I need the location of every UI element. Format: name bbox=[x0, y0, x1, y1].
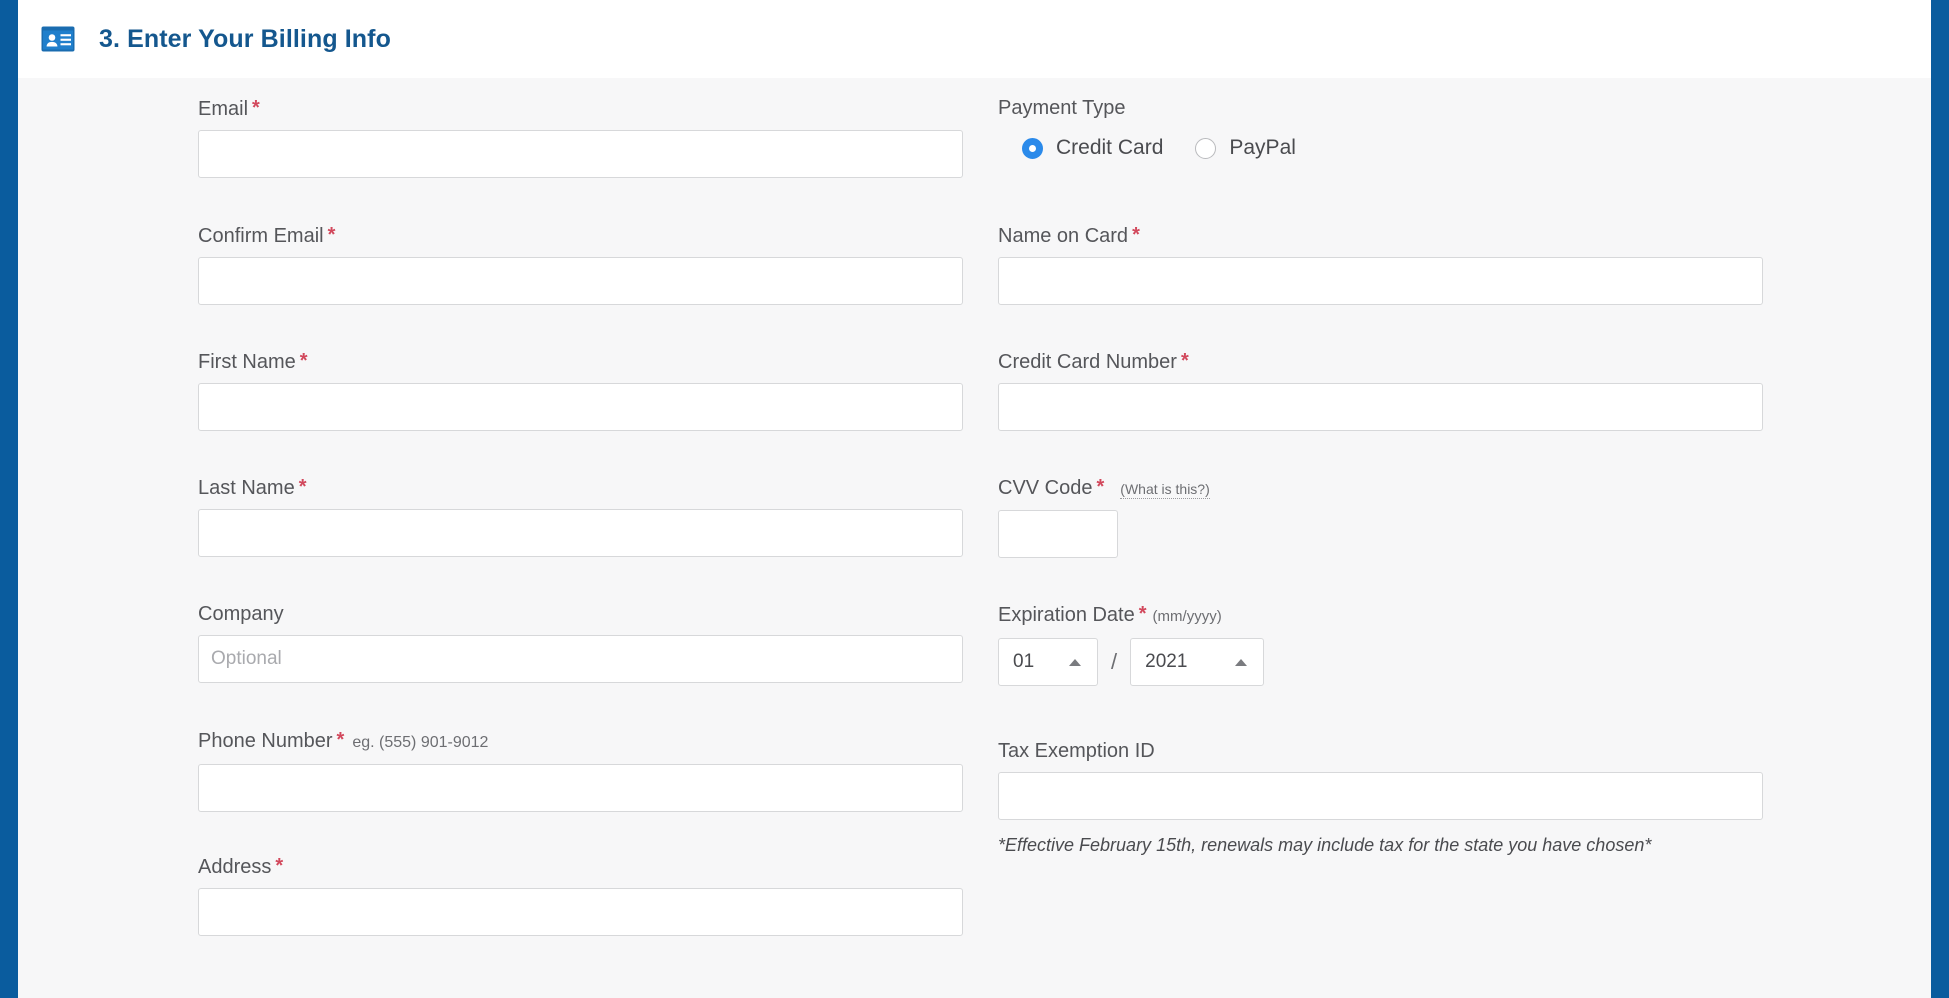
required-marker: * bbox=[1180, 350, 1189, 372]
label-phone-number: Phone Number * eg. (555) 901-9012 bbox=[198, 729, 489, 752]
required-marker: * bbox=[327, 224, 336, 246]
payment-type-radio-group: Credit Card PayPal bbox=[998, 131, 1763, 165]
radio-dot-credit-card bbox=[1022, 137, 1043, 159]
page-title: 3. Enter Your Billing Info bbox=[99, 24, 391, 53]
required-marker: * bbox=[1132, 224, 1140, 246]
required-marker: * bbox=[299, 350, 308, 372]
field-first-name: First Name * bbox=[198, 348, 963, 431]
field-cvv-code: CVV Code * (What is this?) bbox=[998, 474, 1763, 558]
name-on-card-input[interactable] bbox=[998, 257, 1763, 305]
cvv-code-input[interactable] bbox=[998, 510, 1118, 558]
expiration-controls: 01 / 2021 bbox=[998, 638, 1763, 686]
email-input[interactable] bbox=[198, 130, 963, 178]
phone-number-input[interactable] bbox=[198, 764, 963, 812]
label-payment-type: Payment Type bbox=[998, 97, 1126, 119]
company-input[interactable] bbox=[198, 635, 963, 683]
label-expiration-date: Expiration Date * (mm/yyyy) bbox=[998, 603, 1222, 626]
left-accent-rail bbox=[0, 0, 18, 998]
required-marker: * bbox=[275, 855, 284, 877]
field-confirm-email: Confirm Email * bbox=[198, 222, 963, 305]
field-expiration-date: Expiration Date * (mm/yyyy) 01 / 2021 bbox=[998, 601, 1763, 686]
billing-info-page: 3. Enter Your Billing Info Email * Confir… bbox=[0, 0, 1949, 998]
required-marker: * bbox=[1138, 603, 1147, 625]
radio-option-paypal[interactable]: PayPal bbox=[1195, 136, 1296, 160]
label-tax-exemption-id: Tax Exemption ID bbox=[998, 740, 1155, 762]
id-card-icon bbox=[41, 26, 75, 52]
label-first-name: First Name * bbox=[198, 350, 308, 373]
radio-dot-paypal bbox=[1195, 137, 1217, 159]
section-header: 3. Enter Your Billing Info bbox=[18, 0, 1931, 78]
address-input[interactable] bbox=[198, 888, 963, 936]
field-tax-exemption-id: Tax Exemption ID *Effective February 15t… bbox=[998, 738, 1763, 860]
field-email: Email * bbox=[198, 95, 963, 178]
phone-format-hint: eg. (555) 901-9012 bbox=[352, 734, 489, 751]
expiration-format-hint: (mm/yyyy) bbox=[1152, 608, 1222, 625]
radio-label-paypal: PayPal bbox=[1229, 136, 1296, 159]
label-last-name: Last Name * bbox=[198, 476, 307, 499]
field-credit-card-number: Credit Card Number * bbox=[998, 348, 1763, 431]
caret-up-icon bbox=[1235, 659, 1248, 666]
label-email: Email * bbox=[198, 97, 260, 120]
field-address: Address * bbox=[198, 853, 963, 936]
label-confirm-email: Confirm Email * bbox=[198, 224, 336, 247]
credit-card-number-input[interactable] bbox=[998, 383, 1763, 431]
radio-option-credit-card[interactable]: Credit Card bbox=[1022, 136, 1163, 160]
required-marker: * bbox=[1096, 476, 1105, 498]
expiration-month-select[interactable]: 01 bbox=[998, 638, 1098, 686]
tax-note: *Effective February 15th, renewals may i… bbox=[998, 835, 1652, 855]
label-credit-card-number: Credit Card Number * bbox=[998, 350, 1189, 373]
confirm-email-input[interactable] bbox=[198, 257, 963, 305]
expiration-year-select[interactable]: 2021 bbox=[1130, 638, 1265, 686]
required-marker: * bbox=[298, 476, 307, 498]
cvv-help-link[interactable]: (What is this?) bbox=[1120, 481, 1210, 499]
field-phone-number: Phone Number * eg. (555) 901-9012 bbox=[198, 727, 963, 812]
expiration-separator: / bbox=[1111, 649, 1118, 674]
field-payment-type: Payment Type Credit Card PayPal bbox=[998, 95, 1763, 165]
right-accent-rail bbox=[1931, 0, 1949, 998]
field-name-on-card: Name on Card * bbox=[998, 222, 1763, 305]
billing-form: Email * Confirm Email * First Name * Last N… bbox=[18, 78, 1931, 998]
field-company: Company bbox=[198, 601, 963, 683]
last-name-input[interactable] bbox=[198, 509, 963, 557]
radio-label-credit-card: Credit Card bbox=[1056, 136, 1164, 159]
label-cvv-code: CVV Code * (What is this?) bbox=[998, 476, 1210, 499]
label-company: Company bbox=[198, 603, 284, 625]
first-name-input[interactable] bbox=[198, 383, 963, 431]
label-name-on-card: Name on Card * bbox=[998, 224, 1140, 247]
caret-up-icon bbox=[1069, 659, 1081, 666]
required-marker: * bbox=[336, 729, 345, 751]
label-address: Address * bbox=[198, 855, 284, 878]
field-last-name: Last Name * bbox=[198, 474, 963, 557]
expiration-month-value: 01 bbox=[1013, 651, 1035, 672]
tax-exemption-id-input[interactable] bbox=[998, 772, 1763, 820]
expiration-year-value: 2021 bbox=[1145, 651, 1188, 672]
required-marker: * bbox=[252, 97, 260, 119]
